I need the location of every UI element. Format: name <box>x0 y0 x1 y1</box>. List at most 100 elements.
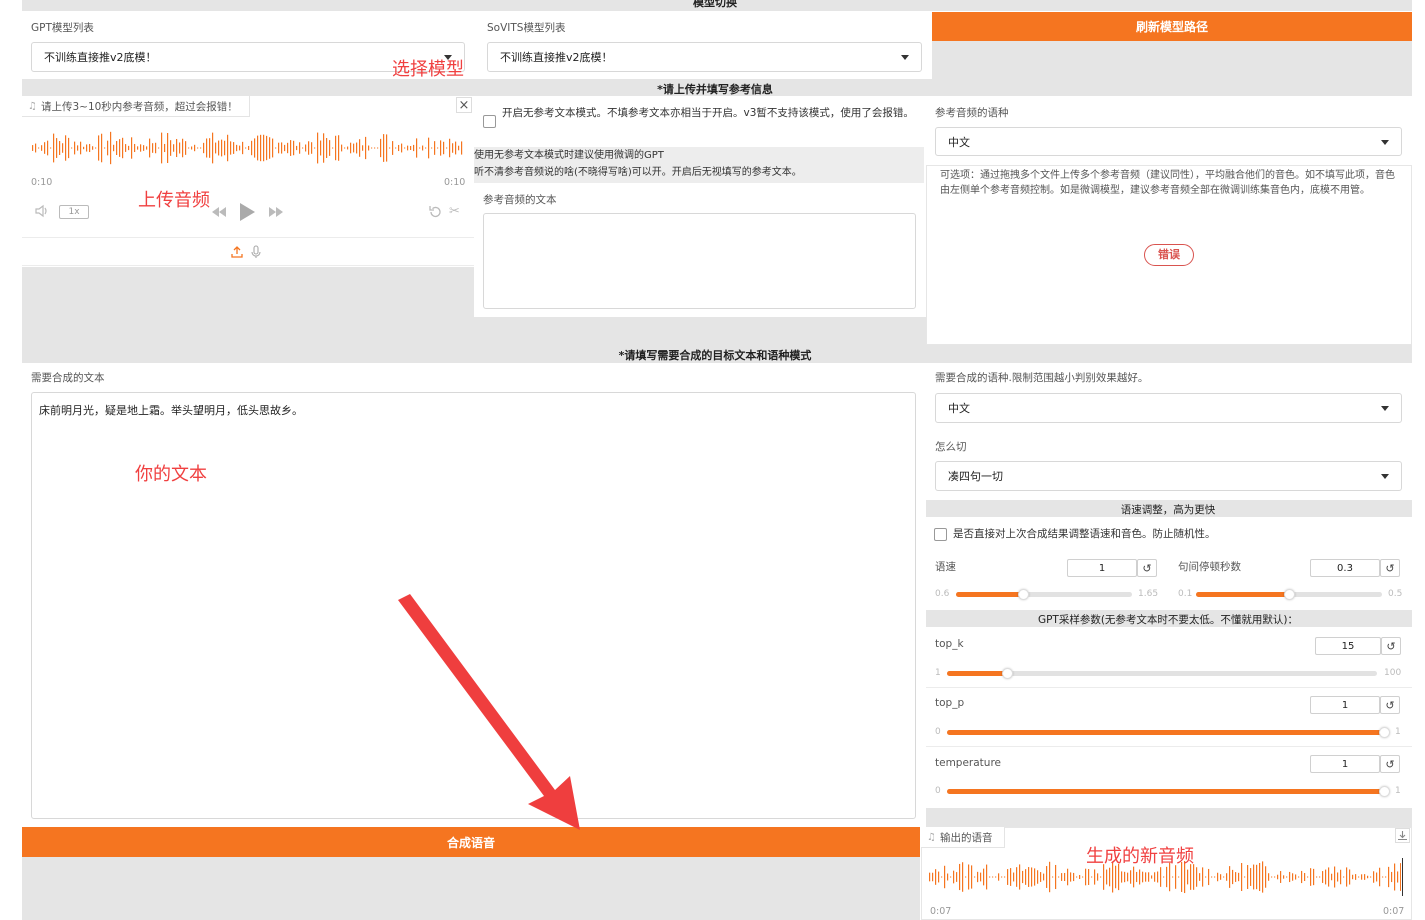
temperature-label: temperature <box>935 757 1001 769</box>
download-icon[interactable] <box>1395 828 1410 843</box>
speed-section-title: 语速调整，高为更快 <box>1120 504 1216 516</box>
output-audio-label-tab: ♫ 输出的语音 <box>921 827 1005 848</box>
reference-text-filler <box>474 317 926 345</box>
no-ref-mode-checkbox[interactable] <box>483 115 496 128</box>
temperature-slider-track[interactable] <box>947 786 1390 797</box>
reference-time-end: 0:10 <box>444 177 466 188</box>
music-note-icon: ♫ <box>28 100 37 112</box>
ref-language-value: 中文 <box>948 135 970 149</box>
top-p-reset-button[interactable]: ↺ <box>1380 696 1400 714</box>
speed-value-input[interactable]: 1 <box>1067 559 1137 577</box>
reference-audio-label: 请上传3~10秒内参考音频，超过会报错！ <box>40 100 238 113</box>
output-time-end: 0:07 <box>1383 906 1405 917</box>
top-k-reset-button[interactable]: ↺ <box>1381 637 1401 655</box>
no-ref-mode-panel <box>474 96 924 147</box>
speed-min: 0.6 <box>935 589 950 599</box>
refresh-model-paths-button[interactable]: 刷新模型路径 <box>932 12 1412 41</box>
reference-waveform[interactable] <box>32 128 464 168</box>
annotation-your-text: 你的文本 <box>135 464 207 485</box>
skip-back-icon[interactable] <box>211 205 227 219</box>
play-icon[interactable] <box>238 202 256 222</box>
top-k-min: 1 <box>935 668 941 678</box>
gpt-model-value: 不训练直接推v2底模！ <box>44 51 157 64</box>
reuse-last-result-label: 是否直接对上次合成结果调整语速和音色。防止随机性。 <box>953 528 1216 540</box>
top-k-label: top_k <box>935 638 964 650</box>
temperature-reset-button[interactable]: ↺ <box>1380 755 1400 773</box>
top-p-max: 1 <box>1395 727 1401 737</box>
slider-thumb[interactable] <box>1379 786 1390 797</box>
gpt-params-title: GPT采样参数(无参考文本时不要太低。不懂就用默认)： <box>1037 614 1299 626</box>
bottom-left-filler <box>22 857 920 920</box>
annotation-select-model: 选择模型 <box>392 59 464 80</box>
annotation-arrow <box>398 594 580 830</box>
refresh-side-panel <box>932 41 1412 79</box>
upload-icon[interactable] <box>230 245 244 259</box>
pause-reset-button[interactable]: ↺ <box>1380 559 1400 577</box>
target-language-label: 需要合成的语种.限制范围越小判别效果越好。 <box>935 372 1149 384</box>
speed-slider-label: 语速 <box>935 561 956 573</box>
no-ref-hint-line2: 听不清参考音频说的啥(不晓得写啥)可以开。开启后无视填写的参考文本。 <box>474 167 802 178</box>
pause-slider-label: 句间停顿秒数 <box>1178 561 1241 573</box>
top-k-value-input[interactable]: 15 <box>1315 637 1381 655</box>
volume-icon[interactable] <box>34 204 50 218</box>
speed-slider-track[interactable] <box>956 589 1132 600</box>
ref-language-select[interactable]: 中文 <box>935 127 1402 156</box>
split-method-select[interactable]: 凑四句一切 <box>935 461 1402 491</box>
sovits-model-select[interactable]: 不训练直接推v2底模！ <box>487 42 922 72</box>
slider-thumb[interactable] <box>1284 589 1295 600</box>
speed-max: 1.65 <box>1138 589 1159 599</box>
reference-section-title: *请上传并填写参考信息 <box>657 83 773 96</box>
speed-reset-button[interactable]: ↺ <box>1137 559 1157 577</box>
reuse-last-result-checkbox[interactable] <box>934 528 947 541</box>
pause-max: 0.5 <box>1388 589 1403 599</box>
output-audio-label: 输出的语音 <box>939 831 993 844</box>
slider-thumb[interactable] <box>1379 727 1390 738</box>
target-language-value: 中文 <box>948 402 970 415</box>
multi-ref-hint: 可选项：通过拖拽多个文件上传多个参考音频（建议同性），平均融合他们的音色。如不填… <box>940 170 1395 196</box>
output-time-start: 0:07 <box>930 906 952 917</box>
target-text-label: 需要合成的文本 <box>31 372 105 384</box>
chevron-down-icon <box>1381 406 1389 411</box>
speed-slider-panel <box>926 549 1166 607</box>
temperature-max: 1 <box>1395 786 1401 796</box>
sovits-model-value: 不训练直接推v2底模！ <box>500 51 613 64</box>
top-p-value-input[interactable]: 1 <box>1310 696 1380 714</box>
target-text-value: 床前明月光，疑是地上霜。举头望明月，低头思故乡。 <box>39 404 303 417</box>
top-p-label: top_p <box>935 697 965 709</box>
chevron-down-icon <box>1381 139 1389 145</box>
target-section-title: *请填写需要合成的目标文本和语种模式 <box>618 349 812 362</box>
pause-value-input[interactable]: 0.3 <box>1310 559 1380 577</box>
model-switch-title: 模型切换 <box>693 0 737 9</box>
playback-speed-button[interactable]: 1x <box>59 205 89 219</box>
error-badge: 错误 <box>1144 244 1194 266</box>
output-playhead <box>1402 858 1403 896</box>
reference-time-start: 0:10 <box>31 177 53 188</box>
top-k-slider-track[interactable] <box>947 668 1377 679</box>
reference-text-input[interactable] <box>483 213 916 309</box>
top-p-slider-track[interactable] <box>947 727 1390 738</box>
microphone-icon[interactable] <box>250 245 262 259</box>
reference-audio-label-tab: ♫ 请上传3~10秒内参考音频，超过会报错！ <box>22 96 250 117</box>
no-ref-mode-label: 开启无参考文本模式。不填参考文本亦相当于开启。v3暂不支持该模式，使用了会报错。 <box>502 107 914 119</box>
pause-slider-track[interactable] <box>1196 589 1382 600</box>
reference-text-label: 参考音频的文本 <box>483 194 557 206</box>
reference-audio-filler <box>22 267 474 345</box>
top-p-min: 0 <box>935 727 941 737</box>
target-language-select[interactable]: 中文 <box>935 393 1402 423</box>
chevron-down-icon <box>901 55 909 60</box>
temperature-value-input[interactable]: 1 <box>1310 755 1380 773</box>
trim-scissors-icon[interactable]: ✂ <box>449 204 463 220</box>
slider-thumb[interactable] <box>1017 589 1029 600</box>
skip-forward-icon[interactable] <box>268 205 284 219</box>
sovits-model-label: SoVITS模型列表 <box>487 22 566 34</box>
split-method-value: 凑四句一切 <box>948 470 1003 483</box>
clear-audio-icon[interactable]: × <box>456 97 472 113</box>
chevron-down-icon <box>1381 474 1389 479</box>
gpt-model-label: GPT模型列表 <box>31 22 94 34</box>
annotation-new-audio: 生成的新音频 <box>1086 846 1194 867</box>
top-k-max: 100 <box>1384 668 1402 678</box>
pause-min: 0.1 <box>1178 589 1193 599</box>
no-ref-hint-line1: 使用无参考文本模式时建议使用微调的GPT <box>474 150 664 161</box>
params-filler <box>926 808 1412 828</box>
undo-icon[interactable] <box>428 205 442 219</box>
